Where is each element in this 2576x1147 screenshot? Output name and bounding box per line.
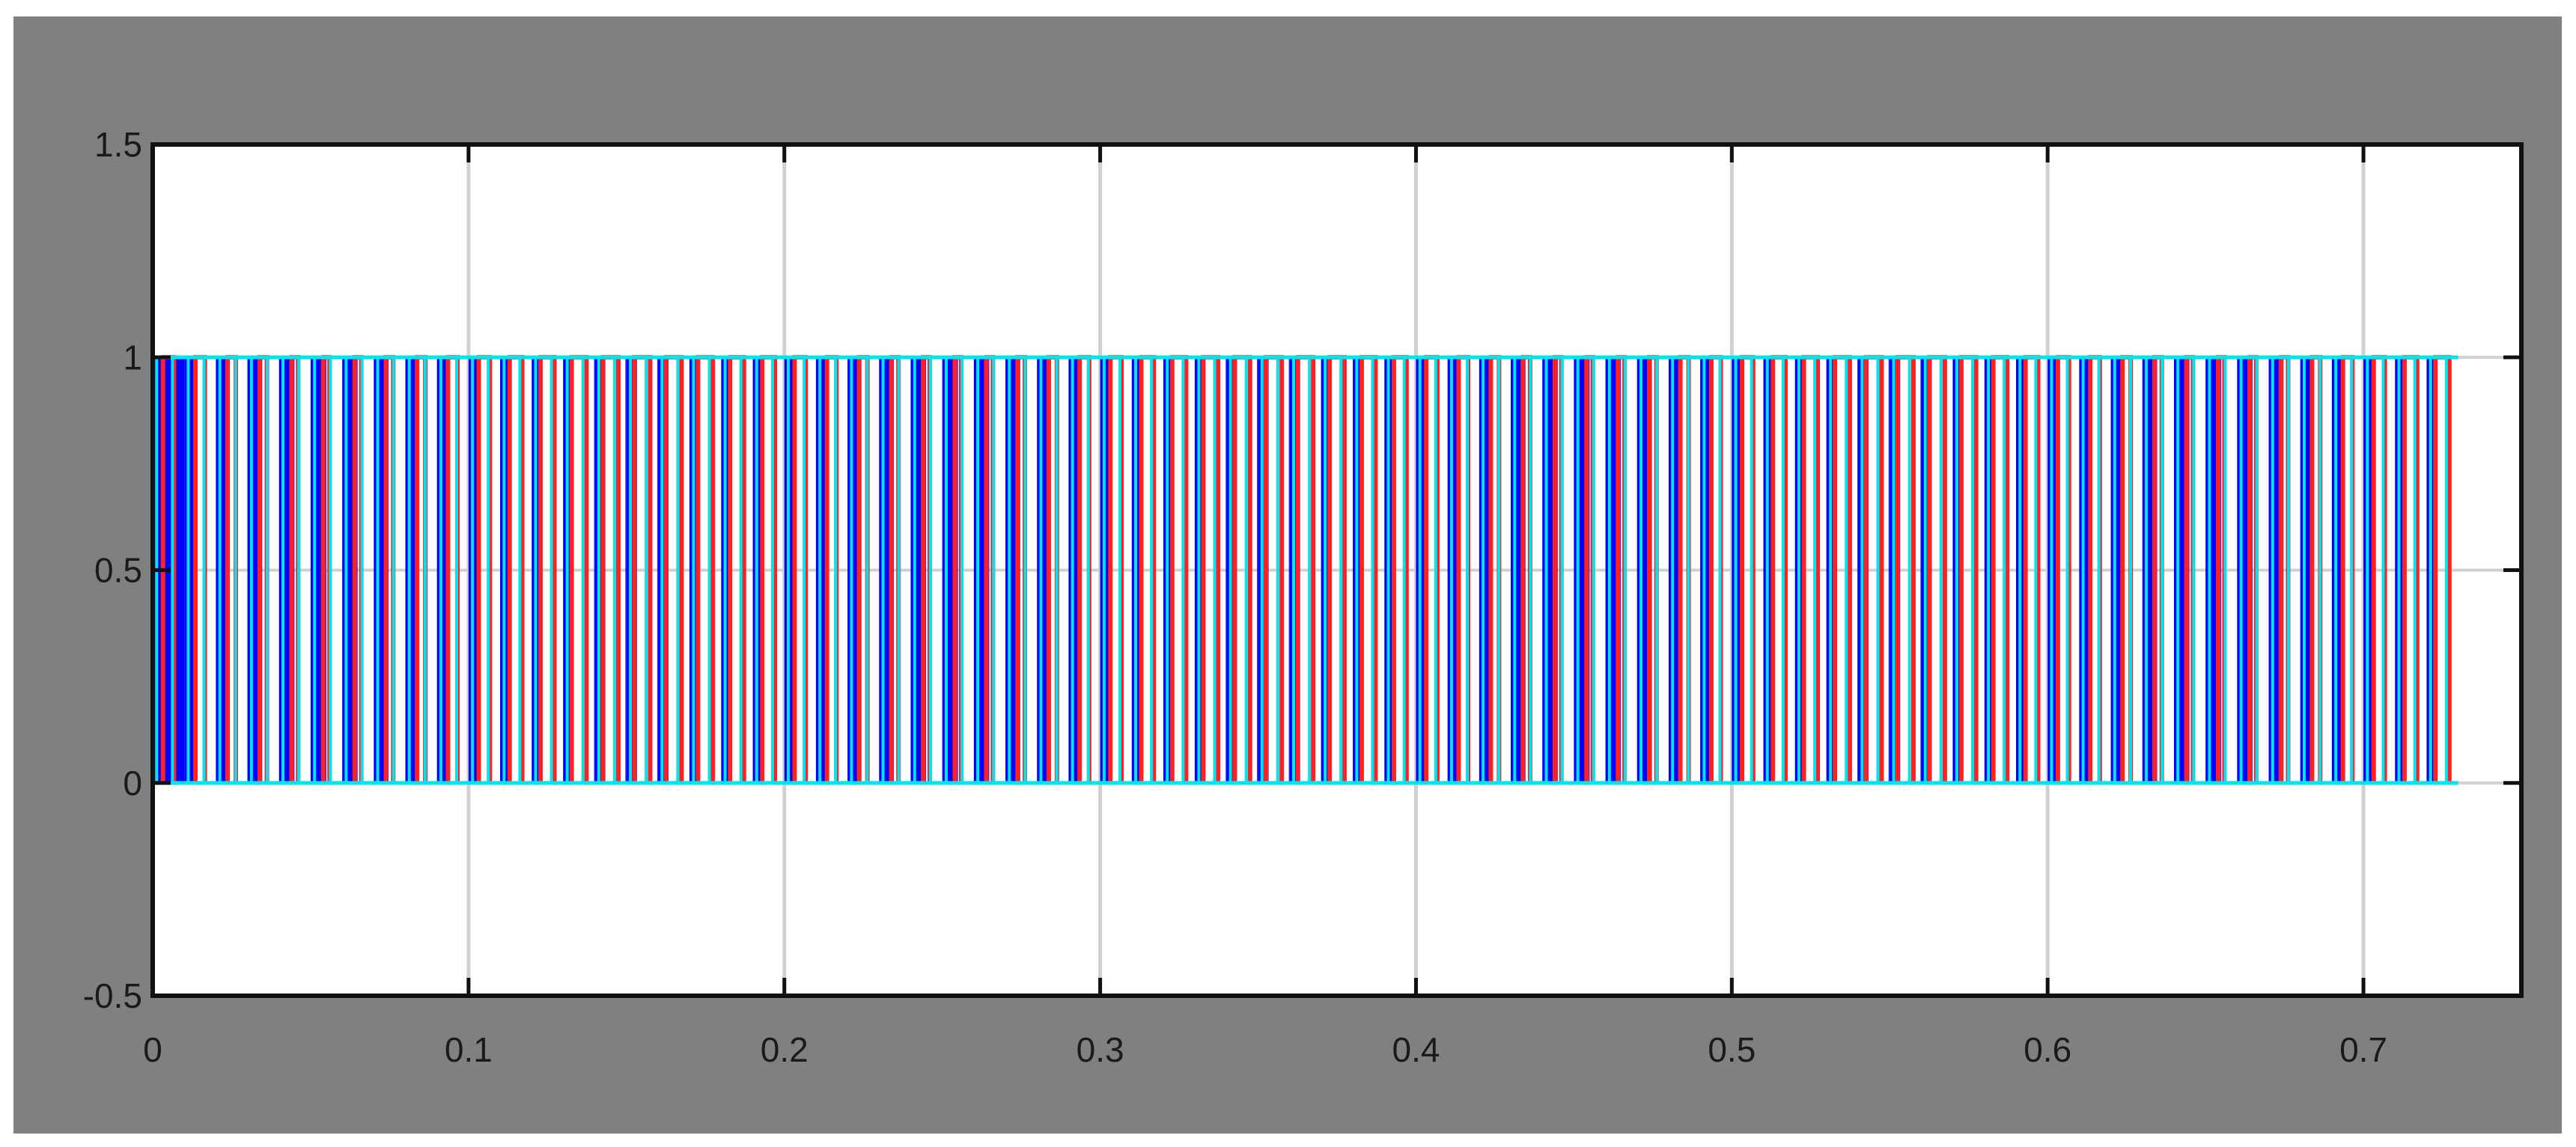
- x-tick-label: 0.3: [1077, 1030, 1124, 1069]
- x-tick-label: 0.4: [1392, 1030, 1440, 1069]
- y-tick-label: 0: [123, 764, 142, 803]
- y-tick-label: 0.5: [94, 551, 142, 590]
- x-tick-label: 0.7: [2339, 1030, 2387, 1069]
- x-tick-label: 0: [143, 1030, 162, 1069]
- y-tick-label: -0.5: [83, 976, 142, 1015]
- y-tick-label: 1: [123, 338, 142, 377]
- pulse-chart: 0 0.1 0.2 0.3 0.4 0.5 0.6 0.7-0.500.511.5: [13, 16, 2562, 1134]
- x-tick-label: 0.6: [2024, 1030, 2071, 1069]
- x-tick-label: 0.5: [1708, 1030, 1756, 1069]
- x-tick-label: 0.1: [445, 1030, 493, 1069]
- x-tick-label: 0.2: [761, 1030, 809, 1069]
- y-tick-label: 1.5: [94, 125, 142, 164]
